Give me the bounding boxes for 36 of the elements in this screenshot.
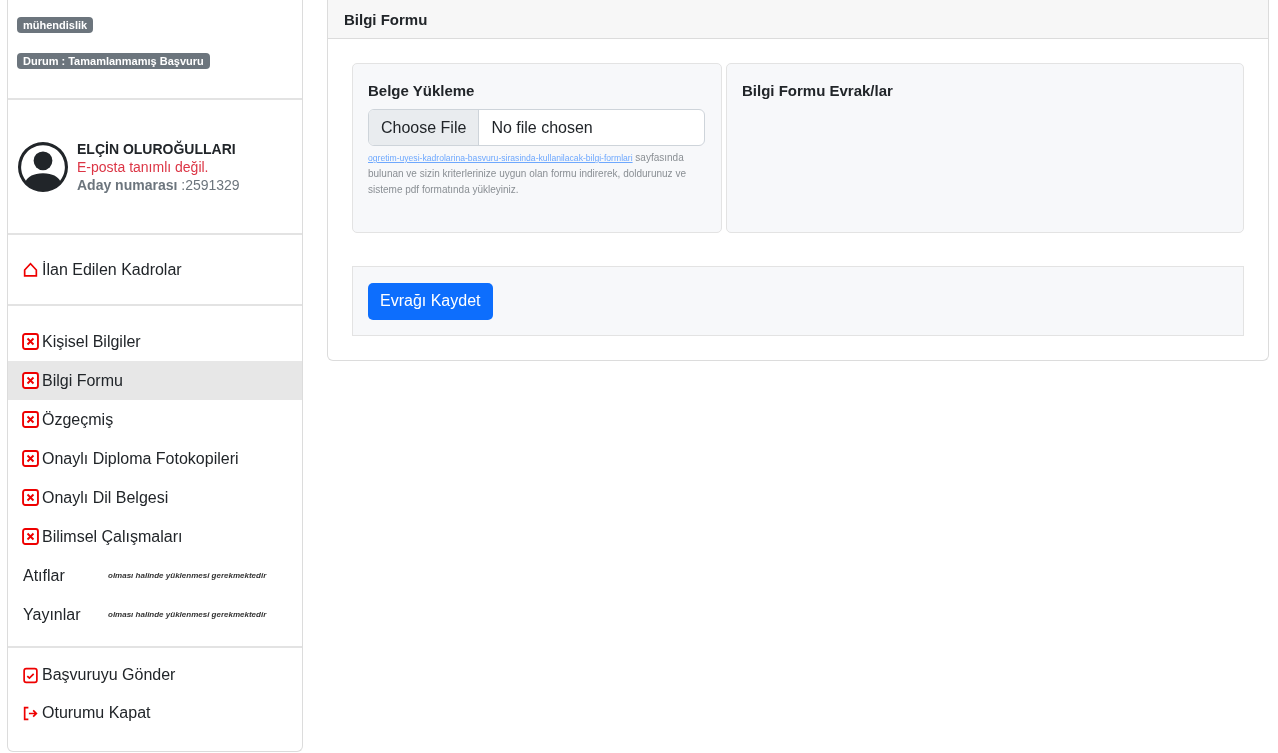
sidebar-item[interactable]: Kişisel Bilgiler [8,322,302,361]
x-square-icon [22,450,39,467]
sidebar-action[interactable]: Oturumu Kapat [22,704,302,722]
sidebar-item[interactable]: Bilimsel Çalışmaları [8,517,302,556]
logout-icon [22,704,39,722]
home-icon [22,261,39,278]
sidebar-item[interactable]: Özgeçmiş [8,400,302,439]
x-square-icon [22,489,39,506]
x-square-icon [22,528,39,545]
home-link[interactable]: İlan Edilen Kadrolar [22,260,182,279]
sidebar-item[interactable]: Bilgi Formu [8,361,302,400]
x-square-icon [22,411,39,428]
upload-title: Belge Yükleme [368,82,475,99]
status-badge: Durum : Tamamlanmamış Başvuru [17,53,210,69]
user-avatar-icon [18,141,68,192]
email-status: E-posta tanımlı değil. [77,158,210,175]
candidate-number: Aday numarası :2591329 [77,176,240,193]
item-note: olması halinde yüklenmesi gerekmektedir [108,571,267,580]
status-badge: mühendislik [17,17,94,33]
help-text: ogretim-uyesi-kadrolarina-basvuru-sirasinda-kullanilacak-bilgi-formlari sayfasında bulunan ve sizin kriterlerinize uygun olan formu indirerek, doldurunuz ve sisteme pdf formatında yükleyiniz. [368,151,687,197]
documents-title: Bilgi Formu Evrak/lar [742,82,893,99]
candidate-name: ELÇİN OLUROĞULLARI [77,140,237,157]
sidebar-item[interactable]: Atıflar olması halinde yüklenmesi gerekmektedir [8,556,302,595]
x-square-icon [22,333,39,350]
sidebar-item[interactable]: Yayınlar olması halinde yüklenmesi gerekmektedir [8,595,302,634]
sidebar-action[interactable]: Başvuruyu Gönder [22,666,302,684]
choose-file-button[interactable]: Choose File [369,110,480,145]
panel-title: Bilgi Formu [344,10,428,28]
sidebar-item[interactable]: Onaylı Diploma Fotokopileri [8,439,302,478]
file-input[interactable]: Choose File No file chosen [368,109,705,146]
file-status: No file chosen [490,118,593,137]
x-square-icon [22,372,39,389]
save-button[interactable]: Evrağı Kaydet [368,282,493,320]
sidebar-item[interactable]: Onaylı Dil Belgesi [8,478,302,517]
item-note: olması halinde yüklenmesi gerekmektedir [108,610,267,619]
check-square-icon [22,666,39,684]
